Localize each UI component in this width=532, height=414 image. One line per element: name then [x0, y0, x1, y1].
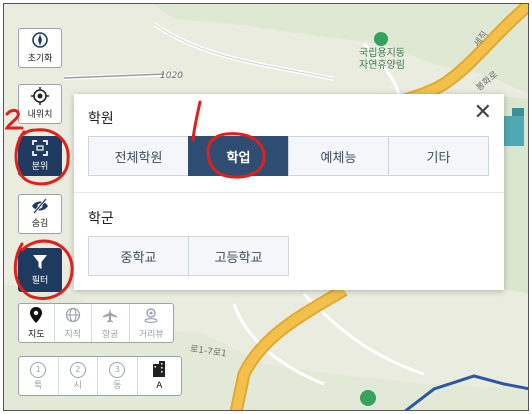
building-icon — [152, 361, 166, 381]
zoom-level-3-label: 동 — [113, 380, 122, 391]
park-label-line1: 국립용지동 — [359, 48, 405, 59]
zoom-level-1-badge: 1 — [30, 361, 47, 378]
eye-slash-icon — [31, 198, 49, 218]
globe-icon — [65, 307, 81, 327]
panel-divider — [74, 192, 504, 193]
compass-icon — [31, 31, 49, 53]
academy-section-title: 학원 — [88, 111, 114, 127]
academy-button-row: 전체학원 학업 예체능 기타 — [88, 136, 489, 176]
pin-icon — [29, 306, 43, 327]
zoom-level-building-label: A — [156, 381, 163, 391]
tab-aerial-label: 항공 — [102, 329, 119, 340]
hide-label: 숨김 — [31, 219, 49, 229]
my-location-label: 내위치 — [27, 110, 53, 120]
tab-cadastral-label: 지적 — [64, 329, 82, 340]
academy-arts-sports-button[interactable]: 예체능 — [288, 136, 389, 176]
analysis-button[interactable]: 분위 — [18, 136, 62, 176]
zoom-level-tabs: 1 특 2 시 3 동 A — [18, 356, 182, 396]
school-button-row: 중학교 고등학교 — [88, 236, 289, 276]
close-icon[interactable]: ✕ — [474, 102, 492, 124]
location-target-icon — [31, 87, 49, 109]
analysis-label: 분위 — [31, 162, 49, 172]
zoom-level-1-label: 특 — [34, 380, 43, 391]
map-screen: 국립용지동 자연휴양림 1020 세직 봉화로 로1-7로1 초기화 내위치 분… — [3, 3, 529, 411]
reset-button[interactable]: 초기화 — [18, 28, 62, 68]
map-type-tabs: 지도 지적 항공 거리뷰 — [18, 303, 174, 343]
my-location-button[interactable]: 내위치 — [18, 84, 62, 124]
zoom-level-3-badge: 3 — [109, 361, 126, 378]
filter-button[interactable]: 필터 — [18, 248, 62, 292]
zoom-level-2-badge: 2 — [69, 361, 86, 378]
academy-all-button[interactable]: 전체학원 — [88, 136, 189, 176]
zoom-level-2-label: 시 — [73, 380, 82, 391]
high-school-button[interactable]: 고등학교 — [188, 236, 289, 276]
street-view-icon — [143, 307, 159, 327]
park-label: 국립용지동 자연휴양림 — [334, 48, 430, 72]
zoom-level-building[interactable]: A — [138, 357, 181, 395]
tab-map[interactable]: 지도 — [19, 304, 55, 342]
tab-street-view[interactable]: 거리뷰 — [130, 304, 173, 342]
tab-map-label: 지도 — [27, 329, 45, 340]
tab-cadastral[interactable]: 지적 — [55, 304, 93, 342]
zoom-level-3[interactable]: 3 동 — [98, 357, 138, 395]
zoom-level-1[interactable]: 1 특 — [19, 357, 59, 395]
school-district-section-title: 학군 — [88, 211, 114, 227]
reset-label: 초기화 — [27, 54, 53, 64]
bracket-frame-icon — [31, 139, 49, 161]
filter-panel: 학원 ✕ 전체학원 학업 예체능 기타 학군 중학교 고등학교 — [74, 94, 504, 290]
academy-study-button[interactable]: 학업 — [188, 136, 289, 176]
filter-label: 필터 — [31, 276, 49, 286]
funnel-icon — [31, 253, 49, 275]
park-label-line2: 자연휴양림 — [359, 60, 405, 71]
tab-street-view-label: 거리뷰 — [138, 329, 164, 340]
tab-aerial[interactable]: 항공 — [92, 304, 130, 342]
zoom-level-2[interactable]: 2 시 — [59, 357, 99, 395]
airplane-icon — [102, 307, 118, 327]
hide-button[interactable]: 숨김 — [18, 194, 62, 234]
road-number-label: 1020 — [160, 71, 183, 81]
middle-school-button[interactable]: 중학교 — [88, 236, 189, 276]
academy-other-button[interactable]: 기타 — [388, 136, 489, 176]
